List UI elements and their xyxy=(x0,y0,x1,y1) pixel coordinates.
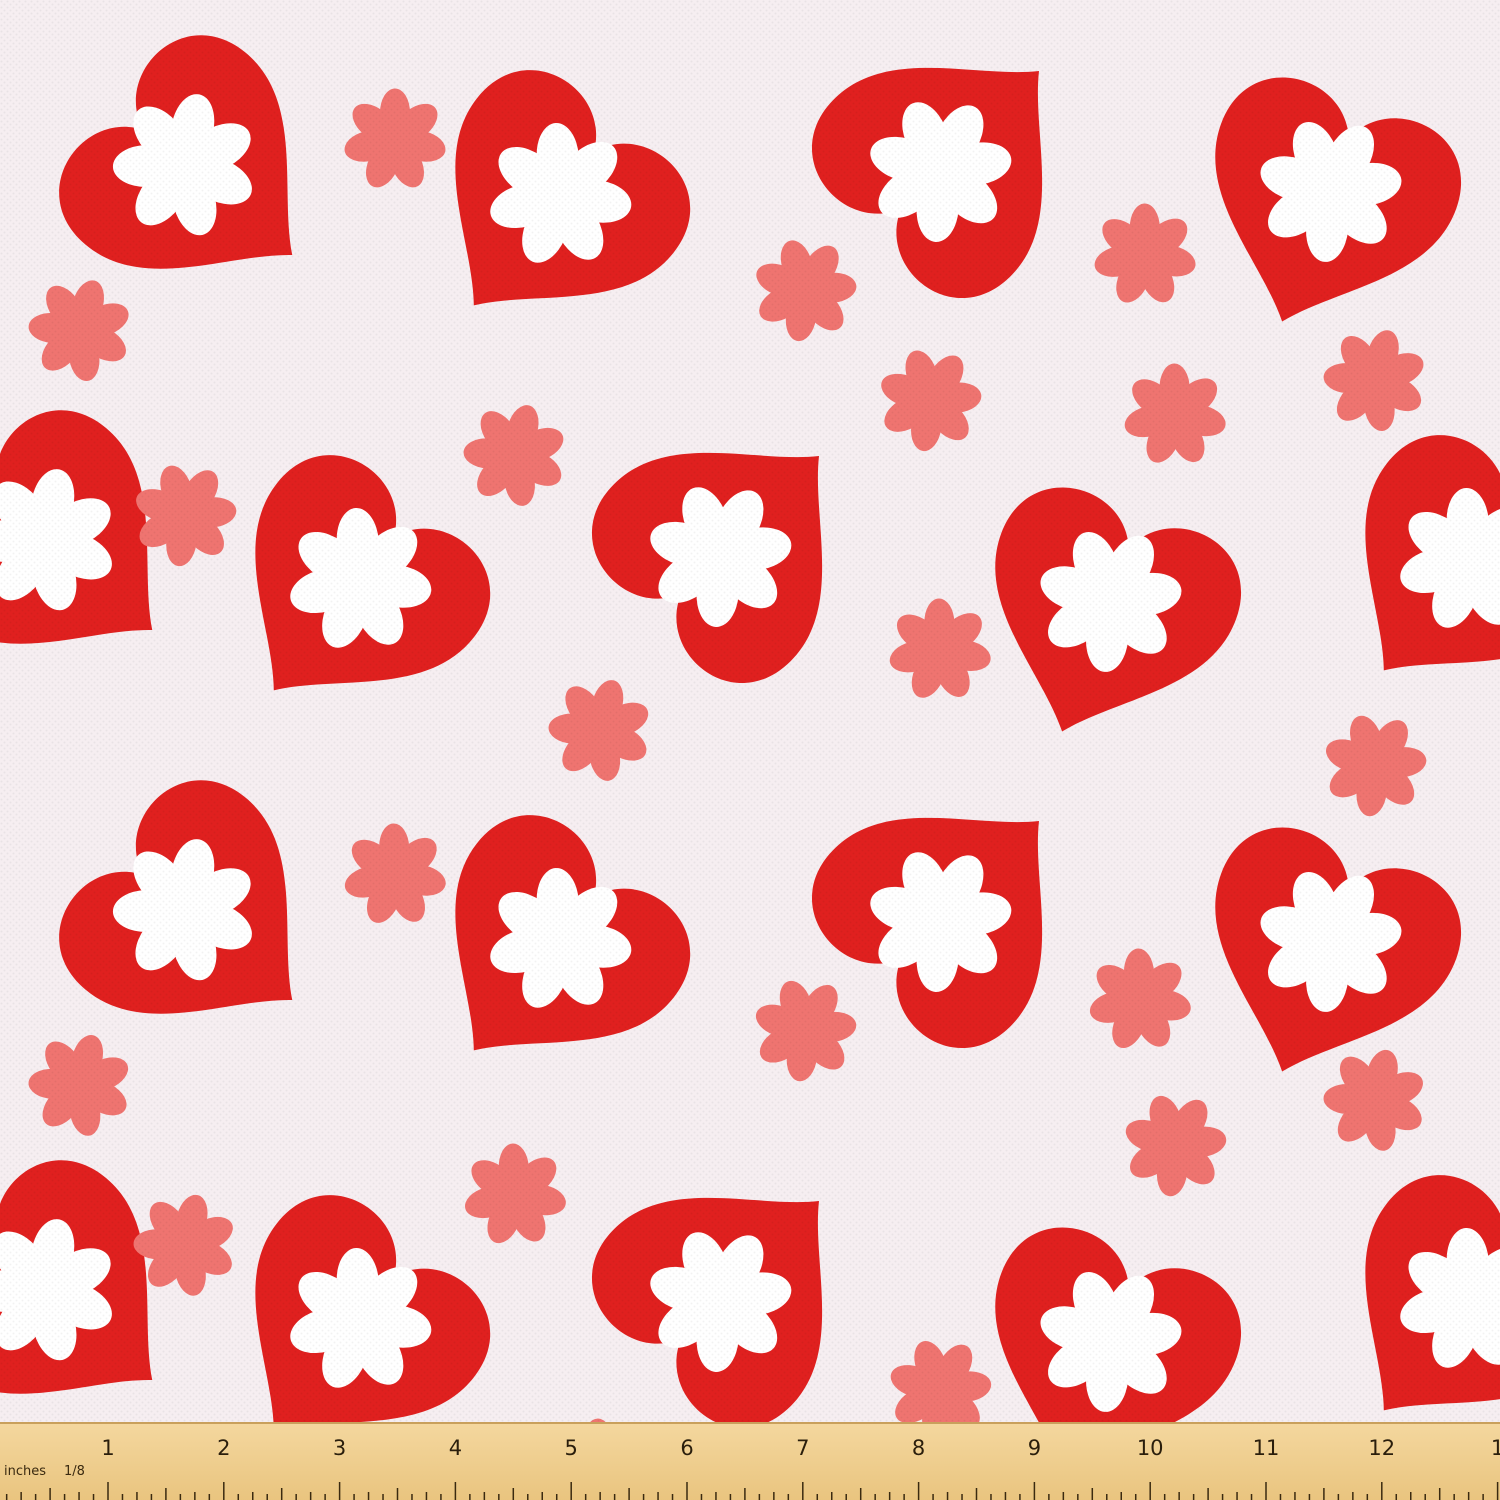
ruler-number: 1 xyxy=(1490,1436,1500,1460)
ruler-number: 6 xyxy=(680,1436,694,1460)
ruler-unit-label: inches xyxy=(4,1464,47,1479)
ruler-number: 10 xyxy=(1136,1436,1164,1460)
fabric-swatch: inches 1/8 1 2 3 4 5 6 7 8 9 10 11 12 1 xyxy=(0,0,1500,1500)
ruler-number: 4 xyxy=(448,1436,463,1460)
ruler-fraction-label: 1/8 xyxy=(64,1464,85,1479)
weave-texture xyxy=(0,0,1500,1500)
ruler-number: 8 xyxy=(911,1436,926,1460)
ruler-number: 9 xyxy=(1027,1436,1042,1460)
ruler-number: 5 xyxy=(564,1436,578,1460)
measuring-ruler: inches 1/8 1 2 3 4 5 6 7 8 9 10 11 12 1 xyxy=(0,1422,1500,1500)
ruler-number: 12 xyxy=(1368,1436,1396,1460)
ruler-number: 1 xyxy=(101,1436,115,1460)
ruler-number: 3 xyxy=(332,1436,347,1460)
heart-flower-pattern xyxy=(0,0,1500,1500)
ruler-number: 7 xyxy=(796,1436,810,1460)
ruler-number: 2 xyxy=(217,1436,231,1460)
ruler-number: 11 xyxy=(1252,1436,1280,1460)
